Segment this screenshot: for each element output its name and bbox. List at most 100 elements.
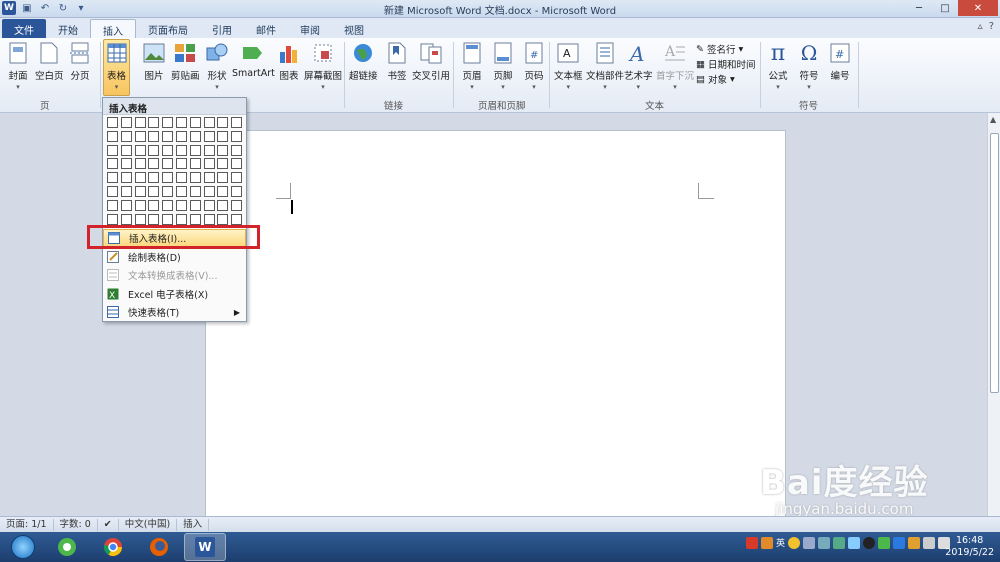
table-grid-cell[interactable] [203,144,215,156]
table-grid-cell[interactable] [148,213,160,225]
tab-insert[interactable]: 插入 [90,19,136,38]
table-grid-cell[interactable] [107,172,118,184]
table-grid-cell[interactable] [175,117,187,128]
table-grid-cell[interactable] [120,144,132,156]
table-grid-cell[interactable] [148,172,160,184]
header-button[interactable]: 页眉 ▾ [460,40,484,91]
table-grid-cell[interactable] [134,172,146,184]
table-grid-cell[interactable] [231,213,243,225]
tray-moon-icon[interactable] [788,536,800,549]
page-count[interactable]: 页面: 1/1 [0,518,54,531]
table-grid-cell[interactable] [203,213,215,225]
crossref-button[interactable]: 交叉引用 [412,40,450,82]
table-grid-cell[interactable] [162,130,174,142]
tab-references[interactable]: 引用 [200,19,244,38]
taskbar-app-360[interactable] [46,533,88,561]
minimize-button[interactable]: ─ [906,0,932,16]
table-grid-cell[interactable] [203,199,215,211]
table-button[interactable]: 表格 ▾ [103,39,130,96]
tray-qq-icon[interactable] [863,536,875,549]
table-grid[interactable] [107,117,243,225]
equation-button[interactable]: π 公式 ▾ [766,40,790,92]
scroll-up-icon[interactable]: ▲ [990,115,996,124]
symbol-button[interactable]: Ω 符号 ▾ [797,40,821,91]
table-grid-cell[interactable] [120,158,132,170]
clock[interactable]: 16:48 2019/5/22 [945,535,994,559]
table-grid-cell[interactable] [120,213,132,225]
excel-table-menu-item[interactable]: X Excel 电子表格(X) [103,285,246,303]
draw-table-menu-item[interactable]: 绘制表格(D) [103,248,246,266]
tray-app-icon[interactable] [878,536,890,549]
object-button[interactable]: ▤ 对象 ▾ [696,72,735,87]
word-count[interactable]: 字数: 0 [54,518,98,531]
maximize-button[interactable]: □ [932,0,958,16]
table-grid-cell[interactable] [107,213,118,225]
table-grid-cell[interactable] [175,144,187,156]
table-grid-cell[interactable] [231,158,243,170]
clipart-button[interactable]: 剪贴画 [171,40,200,82]
wordart-button[interactable]: A 艺术字 ▾ [624,40,653,91]
table-grid-cell[interactable] [189,199,201,211]
table-grid-cell[interactable] [203,130,215,142]
table-grid-cell[interactable] [107,185,118,197]
table-grid-cell[interactable] [134,144,146,156]
table-grid-cell[interactable] [162,213,174,225]
date-time-button[interactable]: ▦ 日期和时间 [696,57,756,72]
hyperlink-button[interactable]: 超链接 [349,40,378,82]
network-icon[interactable] [923,536,935,549]
table-grid-cell[interactable] [107,144,118,156]
table-grid-cell[interactable] [189,172,201,184]
shapes-button[interactable]: 形状 ▾ [205,40,229,91]
tray-m-icon[interactable] [745,536,758,549]
table-grid-cell[interactable] [231,130,243,142]
table-grid-cell[interactable] [217,117,229,128]
insert-mode[interactable]: 插入 [177,518,210,531]
tab-file[interactable]: 文件 [2,19,46,38]
table-grid-cell[interactable] [231,172,243,184]
tray-app-icon[interactable] [908,536,920,549]
table-grid-cell[interactable] [203,158,215,170]
proofing-icon[interactable]: ✔ [98,518,119,531]
tray-ime-label[interactable]: 英 [776,536,785,549]
table-grid-cell[interactable] [217,172,229,184]
table-grid-cell[interactable] [120,130,132,142]
table-grid-cell[interactable] [175,130,187,142]
table-grid-cell[interactable] [148,158,160,170]
minimize-ribbon-icon[interactable]: ▵ [978,21,983,32]
table-grid-cell[interactable] [134,213,146,225]
tray-settings-icon[interactable] [818,536,830,549]
tray-app-icon[interactable] [893,536,905,549]
table-grid-cell[interactable] [231,144,243,156]
smartart-button[interactable]: SmartArt [232,40,275,79]
table-grid-cell[interactable] [162,185,174,197]
table-grid-cell[interactable] [231,185,243,197]
cover-page-button[interactable]: 封面 ▾ [6,40,30,91]
table-grid-cell[interactable] [189,130,201,142]
dropcap-button[interactable]: A 首字下沉 ▾ [656,40,694,91]
table-grid-cell[interactable] [189,144,201,156]
table-grid-cell[interactable] [148,144,160,156]
table-grid-cell[interactable] [107,199,118,211]
table-grid-cell[interactable] [162,199,174,211]
close-button[interactable]: ✕ [958,0,998,16]
table-grid-cell[interactable] [217,158,229,170]
signature-line-button[interactable]: ✎ 签名行 ▾ [696,42,743,57]
tab-view[interactable]: 视图 [332,19,376,38]
tray-ime-icon[interactable] [760,536,773,549]
table-grid-cell[interactable] [134,199,146,211]
page-number-button[interactable]: # 页码 ▾ [522,40,546,91]
tab-page-layout[interactable]: 页面布局 [136,19,200,38]
textbox-button[interactable]: A 文本框 ▾ [554,40,583,91]
table-grid-cell[interactable] [175,199,187,211]
table-grid-cell[interactable] [148,185,160,197]
table-grid-cell[interactable] [203,185,215,197]
table-grid-cell[interactable] [217,144,229,156]
table-grid-cell[interactable] [148,199,160,211]
table-grid-cell[interactable] [148,117,160,128]
table-grid-cell[interactable] [203,172,215,184]
tray-app-icon[interactable] [833,536,845,549]
table-grid-cell[interactable] [175,185,187,197]
table-grid-cell[interactable] [203,117,215,128]
table-grid-cell[interactable] [134,158,146,170]
table-grid-cell[interactable] [120,199,132,211]
